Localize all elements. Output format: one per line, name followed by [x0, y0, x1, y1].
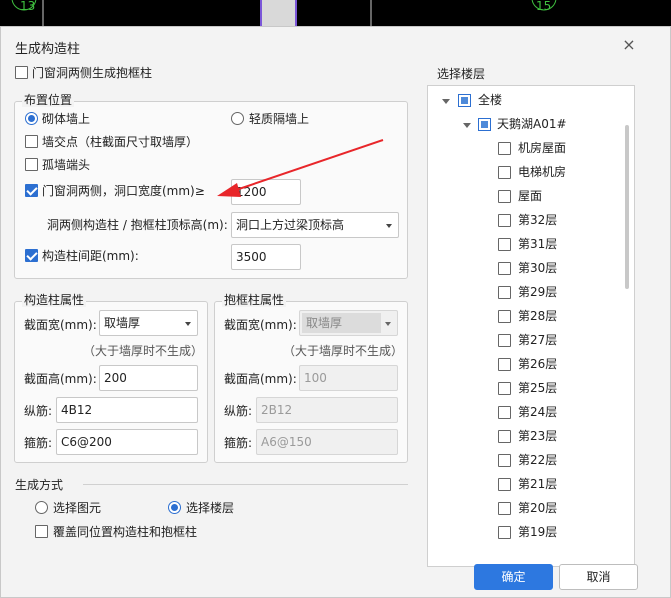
- frame-width-note: （大于墙厚时不生成）: [283, 344, 404, 358]
- frame-stirrup-label: 箍筋:: [224, 436, 253, 450]
- floor-label: 屋面: [518, 189, 543, 203]
- floor-label: 第20层: [518, 501, 558, 515]
- floor-checkbox[interactable]: [498, 358, 511, 371]
- floor-label: 第21层: [518, 477, 558, 491]
- column-height-input[interactable]: 200: [99, 365, 198, 391]
- floor-label: 第32层: [518, 213, 558, 227]
- floor-checkbox[interactable]: [498, 382, 511, 395]
- floor-label: 第19层: [518, 525, 558, 539]
- column-height-label: 截面高(mm):: [24, 372, 97, 386]
- floor-label: 电梯机房: [518, 165, 567, 179]
- floor-checkbox[interactable]: [498, 430, 511, 443]
- floor-label: 第25层: [518, 381, 558, 395]
- floor-select-title: 选择楼层: [437, 67, 486, 81]
- floor-checkbox[interactable]: [498, 478, 511, 491]
- floor-label: 第23层: [518, 429, 558, 443]
- select-element-label: 选择图元: [53, 501, 102, 515]
- building-checkbox[interactable]: [478, 118, 491, 131]
- column-width-label: 截面宽(mm):: [24, 318, 97, 332]
- frame-long-bar-input[interactable]: 2B12: [256, 397, 398, 423]
- frame-stirrup-input[interactable]: A6@150: [256, 429, 398, 455]
- close-icon[interactable]: ×: [621, 37, 637, 53]
- select-element-radio[interactable]: [35, 501, 48, 514]
- frame-height-label: 截面高(mm):: [224, 372, 297, 386]
- floor-checkbox[interactable]: [498, 214, 511, 227]
- generate-mode-divider: [83, 484, 408, 485]
- frame-height-input[interactable]: 100: [299, 365, 398, 391]
- frame-width-label: 截面宽(mm):: [224, 318, 297, 332]
- floor-label: 第31层: [518, 237, 558, 251]
- column-long-bar-input[interactable]: 4B12: [56, 397, 198, 423]
- floor-checkbox[interactable]: [498, 286, 511, 299]
- annotation-arrow-icon: [217, 139, 384, 197]
- floor-label: 第28层: [518, 309, 558, 323]
- tree-expand-icon[interactable]: [463, 123, 471, 128]
- frame-width-select[interactable]: 取墙厚: [299, 310, 398, 336]
- tree-expand-icon[interactable]: [442, 99, 450, 104]
- building-label: 天鹅湖A01#: [497, 117, 567, 131]
- frame-width-value: 取墙厚: [306, 316, 343, 330]
- floor-checkbox[interactable]: [498, 334, 511, 347]
- chevron-down-icon: [385, 322, 391, 326]
- floor-tree: 全楼天鹅湖A01# 机房屋面电梯机房屋面第32层第31层第30层第29层第28层第…: [427, 85, 635, 567]
- floor-label: 第27层: [518, 333, 558, 347]
- floor-checkbox[interactable]: [498, 166, 511, 179]
- cancel-button[interactable]: 取消: [559, 564, 638, 590]
- axis-tag-15: 15: [536, 0, 552, 13]
- select-floor-radio[interactable]: [168, 501, 181, 514]
- column-width-value: 取墙厚: [104, 316, 141, 330]
- floor-tree-scrollbar[interactable]: [625, 125, 629, 289]
- ok-button[interactable]: 确定: [474, 564, 553, 590]
- floor-checkbox[interactable]: [498, 502, 511, 515]
- floor-label: 第22层: [518, 453, 558, 467]
- floor-checkbox[interactable]: [498, 406, 511, 419]
- column-width-note: （大于墙厚时不生成）: [83, 344, 204, 358]
- axis-tag-13: 13: [20, 0, 36, 13]
- column-width-select[interactable]: 取墙厚: [99, 310, 198, 336]
- floor-checkbox[interactable]: [498, 238, 511, 251]
- floor-checkbox[interactable]: [498, 142, 511, 155]
- floor-label: 第24层: [518, 405, 558, 419]
- select-floor-label: 选择楼层: [186, 501, 235, 515]
- overwrite-checkbox[interactable]: [35, 525, 48, 538]
- floor-label: 机房屋面: [518, 141, 567, 155]
- floor-checkbox[interactable]: [498, 262, 511, 275]
- floor-root-checkbox[interactable]: [458, 94, 471, 107]
- floor-checkbox[interactable]: [498, 190, 511, 203]
- generate-column-dialog: 生成构造柱 × 门窗洞两侧生成抱框柱 布置位置 砌体墙上 轻质隔墙上 墙交点（柱…: [0, 26, 671, 598]
- floor-checkbox[interactable]: [498, 526, 511, 539]
- generate-mode-title: 生成方式: [15, 478, 64, 492]
- floor-label: 第29层: [518, 285, 558, 299]
- column-props-title: 构造柱属性: [22, 293, 87, 307]
- floor-label: 第30层: [518, 261, 558, 275]
- chevron-down-icon: [185, 322, 191, 326]
- floor-checkbox[interactable]: [498, 310, 511, 323]
- column-stirrup-input[interactable]: C6@200: [56, 429, 198, 455]
- floor-checkbox[interactable]: [498, 454, 511, 467]
- column-long-bar-label: 纵筋:: [24, 404, 53, 418]
- overwrite-label: 覆盖同位置构造柱和抱框柱: [53, 525, 198, 539]
- floor-root-label: 全楼: [478, 93, 503, 107]
- frame-props-title: 抱框柱属性: [222, 293, 287, 307]
- frame-long-bar-label: 纵筋:: [224, 404, 253, 418]
- floor-label: 第26层: [518, 357, 558, 371]
- column-stirrup-label: 箍筋:: [24, 436, 53, 450]
